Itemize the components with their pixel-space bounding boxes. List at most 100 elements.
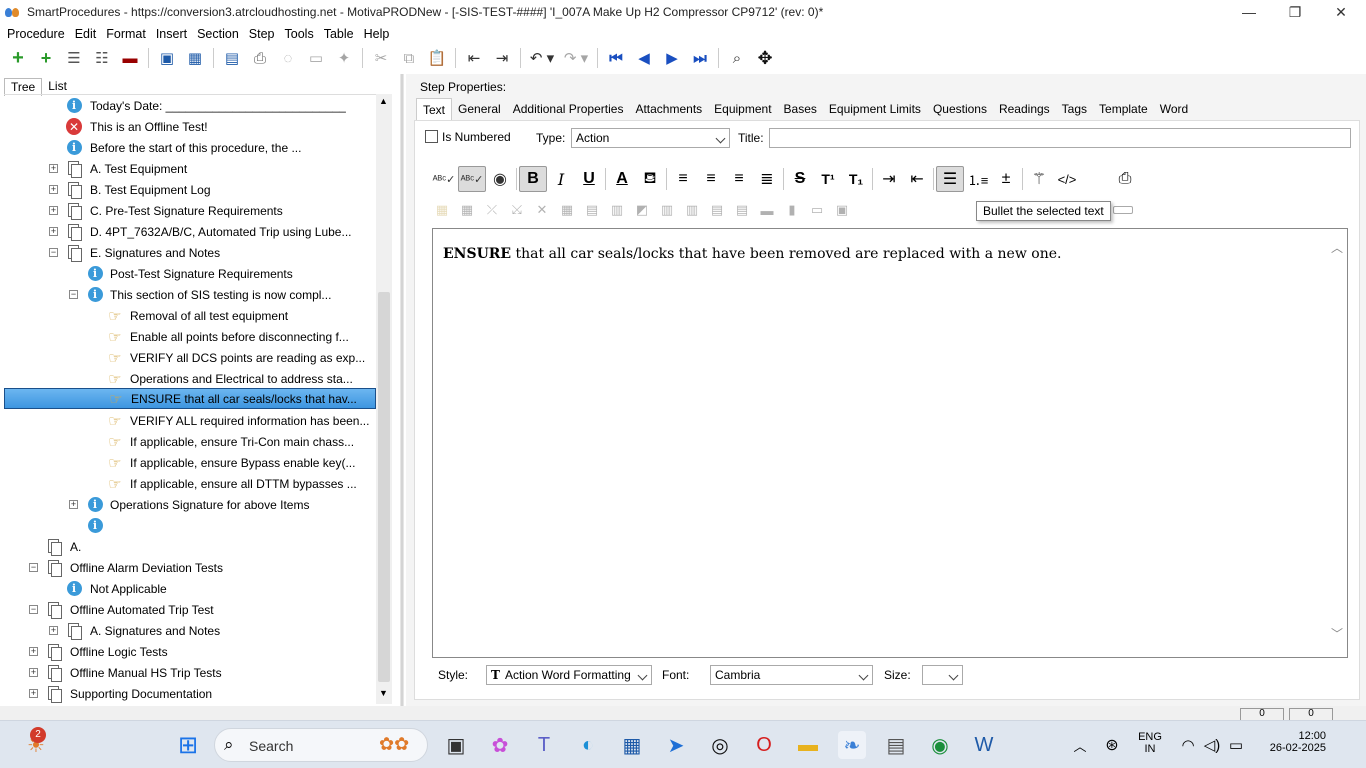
increase-indent-icon[interactable]: ⇥: [875, 166, 903, 192]
scroll-thumb[interactable]: [378, 292, 390, 682]
font-select[interactable]: Cambria: [710, 665, 873, 685]
menu-insert[interactable]: Insert: [151, 27, 192, 41]
delete-icon[interactable]: ▬: [116, 45, 144, 71]
menu-edit[interactable]: Edit: [70, 27, 102, 41]
tab-general[interactable]: General: [452, 98, 507, 120]
teams-icon[interactable]: T: [530, 731, 558, 759]
first-icon[interactable]: ⏮: [602, 45, 630, 71]
restore-button[interactable]: ❐: [1272, 0, 1318, 24]
edge-icon[interactable]: ◐: [574, 731, 602, 759]
close-button[interactable]: ✕: [1318, 0, 1364, 24]
scroll-down-icon[interactable]: ▼: [379, 688, 388, 698]
task-view-icon[interactable]: ▣: [442, 731, 470, 759]
print-icon[interactable]: ⎙: [1111, 166, 1139, 192]
scroll-up-icon[interactable]: ▲: [379, 96, 388, 106]
language-indicator[interactable]: ENG IN: [1138, 731, 1162, 755]
expand-icon[interactable]: +: [29, 668, 38, 677]
menu-format[interactable]: Format: [101, 27, 151, 41]
step-text-editor[interactable]: ENSURE that all car seals/locks that hav…: [432, 228, 1348, 658]
tree-item-selected[interactable]: ☞ ENSURE that all car seals/locks that ha…: [4, 388, 376, 409]
tree-item[interactable]: − i This section of SIS testing is now com…: [4, 284, 376, 305]
subscript-button[interactable]: T₁: [842, 166, 870, 192]
tab-text[interactable]: Text: [416, 98, 453, 120]
minimize-button[interactable]: —: [1226, 0, 1272, 24]
tree-item[interactable]: + i Operations Signature for above Items: [4, 494, 376, 515]
superscript-button[interactable]: T¹: [814, 166, 842, 192]
menu-help[interactable]: Help: [359, 27, 395, 41]
collapse-icon[interactable]: −: [69, 290, 78, 299]
expand-icon[interactable]: +: [49, 164, 58, 173]
chrome-icon[interactable]: ◉: [926, 731, 954, 759]
tab-bases[interactable]: Bases: [778, 98, 823, 120]
numbered-list-icon[interactable]: ⒈≡: [964, 166, 992, 192]
tree-item[interactable]: A.: [4, 536, 376, 557]
tree-item[interactable]: + Offline Manual HS Trip Tests: [4, 662, 376, 683]
tree-item[interactable]: + A. Signatures and Notes: [4, 620, 376, 641]
tree-item[interactable]: i Not Applicable: [4, 578, 376, 599]
insert-table-icon[interactable]: ▦: [430, 200, 454, 220]
tree-item[interactable]: + Offline Logic Tests: [4, 641, 376, 662]
style-select[interactable]: T Action Word Formatting: [486, 665, 652, 685]
tree-item[interactable]: − Offline Automated Trip Test: [4, 599, 376, 620]
properties-icon[interactable]: ☷: [88, 45, 116, 71]
tree-item[interactable]: + Supporting Documentation: [4, 683, 376, 704]
tab-word[interactable]: Word: [1154, 98, 1194, 120]
justify-icon[interactable]: ≣: [753, 166, 781, 192]
collapse-icon[interactable]: −: [29, 605, 38, 614]
tree-item[interactable]: − E. Signatures and Notes: [4, 242, 376, 263]
store-icon[interactable]: ▦: [618, 731, 646, 759]
collapse-icon[interactable]: −: [49, 248, 58, 257]
tree-item[interactable]: i Before the start of this procedure, the…: [4, 137, 376, 158]
smartprocedures-task-icon[interactable]: ❧: [838, 731, 866, 759]
app-icon[interactable]: ▤: [882, 731, 910, 759]
indent-icon[interactable]: ⇤: [460, 45, 488, 71]
add-substep-icon[interactable]: +: [32, 45, 60, 71]
word-icon[interactable]: W: [970, 731, 998, 759]
highlight-icon[interactable]: ⛾: [636, 166, 664, 192]
list-icon[interactable]: ☰: [60, 45, 88, 71]
menu-tools[interactable]: Tools: [280, 27, 319, 41]
strikethrough-button[interactable]: S: [786, 166, 814, 192]
menu-section[interactable]: Section: [192, 27, 244, 41]
magic-wand-icon[interactable]: ⚚: [1025, 166, 1053, 192]
tree-item[interactable]: ☞ VERIFY ALL required information has bee…: [4, 410, 376, 431]
expand-icon[interactable]: +: [69, 500, 78, 509]
open-icon[interactable]: ▣: [153, 45, 181, 71]
tab-equipment-limits[interactable]: Equipment Limits: [823, 98, 927, 120]
remote-icon[interactable]: ➤: [662, 731, 690, 759]
tab-questions[interactable]: Questions: [927, 98, 993, 120]
palette-icon[interactable]: ◉: [486, 166, 514, 192]
tree-item[interactable]: ☞ Enable all points before disconnecting …: [4, 326, 376, 347]
battery-icon[interactable]: ▭: [1222, 731, 1250, 759]
expand-icon[interactable]: +: [49, 206, 58, 215]
italic-button[interactable]: I: [547, 166, 575, 192]
tree-item[interactable]: ☞ Removal of all test equipment: [4, 305, 376, 326]
underline-button[interactable]: U: [575, 166, 603, 192]
tree-item[interactable]: + D. 4PT_7632A/B/C, Automated Trip using …: [4, 221, 376, 242]
bullet-list-icon[interactable]: ☰: [936, 166, 964, 192]
next-icon[interactable]: ▶: [658, 45, 686, 71]
print-icon[interactable]: ⎙: [246, 45, 274, 71]
size-select[interactable]: [922, 665, 963, 685]
pane-splitter[interactable]: [398, 74, 406, 706]
previous-icon[interactable]: ◀: [630, 45, 658, 71]
expand-icon[interactable]: +: [29, 689, 38, 698]
align-center-icon[interactable]: ≡: [697, 166, 725, 192]
chevron-up-icon[interactable]: ︿: [1066, 731, 1094, 759]
clock[interactable]: 12:00 26-02-2025: [1258, 730, 1326, 754]
tree-item[interactable]: − Offline Alarm Deviation Tests: [4, 557, 376, 578]
copilot-icon[interactable]: ✿: [486, 731, 514, 759]
opera-icon[interactable]: O: [750, 731, 778, 759]
expand-icon[interactable]: +: [29, 647, 38, 656]
tree-item[interactable]: ☞ If applicable, ensure Bypass enable key…: [4, 452, 376, 473]
save-icon[interactable]: ▦: [181, 45, 209, 71]
tree-item[interactable]: + C. Pre-Test Signature Requirements: [4, 200, 376, 221]
tab-readings[interactable]: Readings: [993, 98, 1056, 120]
title-input[interactable]: [769, 128, 1351, 148]
taskbar-search[interactable]: ⌕ Search ✿✿: [214, 728, 428, 762]
insert-line-icon[interactable]: ±: [992, 166, 1020, 192]
decrease-indent-icon[interactable]: ⇤: [903, 166, 931, 192]
bold-button[interactable]: B: [519, 166, 547, 192]
menu-table[interactable]: Table: [319, 27, 359, 41]
spellcheck-auto-icon[interactable]: ᴬᴮᶜ✓: [458, 166, 486, 192]
